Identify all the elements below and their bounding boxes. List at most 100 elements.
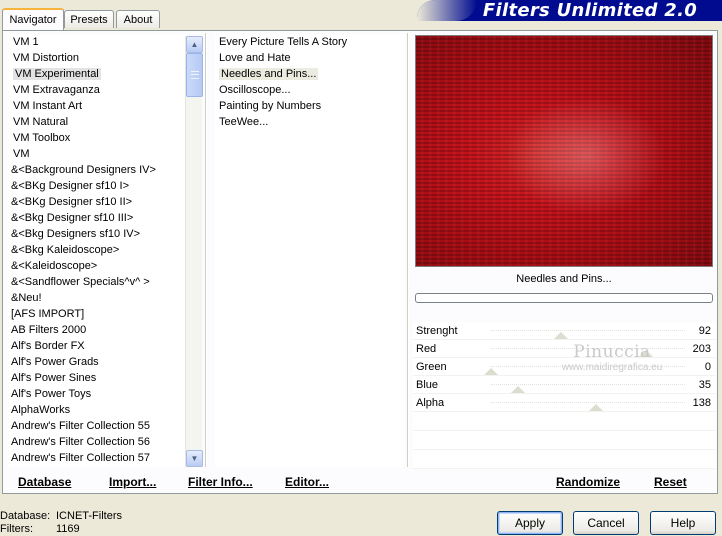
filter-item[interactable]: Oscilloscope... [215, 82, 405, 98]
slider-track [491, 348, 685, 349]
editor-button[interactable]: Editor... [285, 475, 329, 489]
filter-item[interactable]: Painting by Numbers [215, 98, 405, 114]
category-item[interactable]: &<Background Designers IV> [9, 162, 185, 178]
navigator-panel: VM 1 VM Distortion VM Experimental VM Extra… [2, 30, 718, 494]
parameter-sliders: Strenght 92 Red 203 Green 0 Blue 35 Alpha 138 [413, 322, 715, 469]
category-item[interactable]: VM Toolbox [9, 130, 185, 146]
category-item-label: &<Kaleidoscope> [11, 260, 98, 272]
category-item[interactable]: &<BKg Designer sf10 II> [9, 194, 185, 210]
slider-label: Blue [416, 379, 439, 391]
database-value: ICNET-Filters [56, 510, 122, 522]
preview-filter-name: Needles and Pins... [516, 273, 612, 285]
category-item[interactable]: &<Sandflower Specials^v^ > [9, 274, 185, 290]
preview-image [415, 35, 713, 267]
randomize-button[interactable]: Randomize [556, 475, 620, 489]
category-item[interactable]: [AFS IMPORT] [9, 306, 185, 322]
progress-bar [415, 293, 713, 303]
category-item[interactable]: &<Bkg Designers sf10 IV> [9, 226, 185, 242]
slider-strenght[interactable]: Strenght 92 [413, 322, 715, 340]
category-item[interactable]: VM 1 [9, 34, 185, 50]
category-item[interactable]: VM Instant Art [9, 98, 185, 114]
category-item-label: &<Background Designers IV> [11, 164, 156, 176]
slider-track [491, 384, 685, 385]
cancel-button[interactable]: Cancel [573, 511, 639, 535]
filter-info-button[interactable]: Filter Info... [188, 475, 253, 489]
tab-presets[interactable]: Presets [64, 10, 114, 28]
reset-button[interactable]: Reset [654, 475, 687, 489]
category-item[interactable]: VM Extravaganza [9, 82, 185, 98]
category-item[interactable]: AB Filters 2000 [9, 322, 185, 338]
filter-item-label: TeeWee... [219, 116, 269, 128]
slider-blue[interactable]: Blue 35 [413, 376, 715, 394]
category-scrollbar[interactable]: ▲ ▼ [185, 36, 203, 467]
slider-thumb[interactable] [511, 386, 526, 393]
category-item[interactable]: VM Distortion [9, 50, 185, 66]
category-item[interactable]: Andrew's Filter Collection 55 [9, 418, 185, 434]
category-item-label: VM Natural [13, 116, 69, 128]
database-button[interactable]: Database [18, 475, 71, 489]
grip-icon [191, 71, 199, 79]
category-item-label: Andrew's Filter Collection 57 [11, 452, 151, 464]
category-item[interactable]: Alf's Border FX [9, 338, 185, 354]
slider-empty-row [413, 412, 715, 431]
divider [407, 33, 409, 467]
category-item-label: VM [13, 148, 30, 160]
slider-thumb[interactable] [588, 404, 603, 411]
category-item-label: VM Toolbox [13, 132, 71, 144]
category-item[interactable]: VM [9, 146, 185, 162]
filter-list[interactable]: Every Picture Tells A Story Love and Hate… [215, 34, 405, 467]
apply-button[interactable]: Apply [497, 511, 563, 535]
filter-item-label: Painting by Numbers [219, 100, 322, 112]
app-title: Filters Unlimited 2.0 [482, 0, 698, 21]
tab-navigator[interactable]: Navigator [2, 8, 64, 30]
category-item-label: &<Sandflower Specials^v^ > [11, 276, 150, 288]
chevron-up-icon: ▲ [190, 40, 199, 49]
slider-thumb[interactable] [553, 332, 568, 339]
slider-alpha[interactable]: Alpha 138 [413, 394, 715, 412]
category-list[interactable]: VM 1 VM Distortion VM Experimental VM Extra… [9, 34, 185, 467]
category-item-label: VM Experimental [13, 68, 101, 80]
category-item[interactable]: Alf's Power Sines [9, 370, 185, 386]
slider-track [491, 402, 685, 403]
slider-thumb[interactable] [484, 368, 498, 375]
scroll-down-button[interactable]: ▼ [186, 450, 203, 467]
filter-item[interactable]: TeeWee... [215, 114, 405, 130]
scroll-thumb[interactable] [186, 53, 203, 97]
slider-red[interactable]: Red 203 [413, 340, 715, 358]
tab-about[interactable]: About [116, 10, 160, 28]
category-item-label: &Neu! [11, 292, 42, 304]
category-item[interactable]: VM Natural [9, 114, 185, 130]
category-item-label: VM Extravaganza [13, 84, 100, 96]
category-item-label: Alf's Power Grads [11, 356, 99, 368]
slider-green[interactable]: Green 0 [413, 358, 715, 376]
help-button[interactable]: Help [650, 511, 716, 535]
slider-track [491, 330, 685, 331]
category-item[interactable]: &<BKg Designer sf10 I> [9, 178, 185, 194]
scroll-up-button[interactable]: ▲ [186, 36, 203, 53]
import-button[interactable]: Import... [109, 475, 156, 489]
filter-item-label: Every Picture Tells A Story [219, 36, 348, 48]
slider-thumb[interactable] [639, 350, 654, 357]
category-item[interactable]: Alf's Power Toys [9, 386, 185, 402]
category-item-label: &<BKg Designer sf10 II> [11, 196, 133, 208]
category-item[interactable]: &<Kaleidoscope> [9, 258, 185, 274]
filters-count-value: 1169 [56, 523, 80, 535]
filter-item[interactable]: Every Picture Tells A Story [215, 34, 405, 50]
category-item[interactable]: &<Bkg Kaleidoscope> [9, 242, 185, 258]
category-item[interactable]: Andrew's Filter Collection 57 [9, 450, 185, 466]
category-item[interactable]: AlphaWorks [9, 402, 185, 418]
database-label: Database: [0, 510, 51, 522]
category-item[interactable]: &Neu! [9, 290, 185, 306]
category-item-label: &<BKg Designer sf10 I> [11, 180, 130, 192]
category-item[interactable]: VM Experimental [9, 66, 185, 82]
filter-item[interactable]: Needles and Pins... [215, 66, 405, 82]
category-item[interactable]: Andrew's Filter Collection 56 [9, 434, 185, 450]
category-item-label: Andrew's Filter Collection 56 [11, 436, 151, 448]
category-item[interactable]: Alf's Power Grads [9, 354, 185, 370]
category-item[interactable]: &<Bkg Designer sf10 III> [9, 210, 185, 226]
slider-label: Green [416, 361, 447, 373]
slider-value: 0 [704, 361, 711, 373]
filter-item[interactable]: Love and Hate [215, 50, 405, 66]
slider-label: Alpha [416, 397, 445, 409]
header-banner: Filters Unlimited 2.0 [417, 0, 722, 21]
